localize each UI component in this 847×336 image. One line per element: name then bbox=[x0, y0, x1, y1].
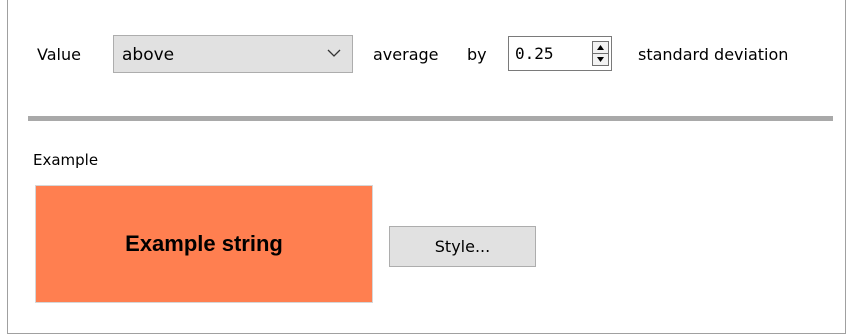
comparison-selected-value: above bbox=[122, 45, 175, 65]
style-button[interactable]: Style... bbox=[389, 226, 536, 267]
example-string-text: Example string bbox=[125, 231, 283, 256]
standard-deviation-label: standard deviation bbox=[638, 45, 789, 64]
triangle-up-icon[interactable] bbox=[593, 42, 608, 53]
comparison-dropdown[interactable]: above bbox=[113, 35, 353, 73]
triangle-down-icon[interactable] bbox=[593, 54, 608, 65]
spin-buttons bbox=[592, 41, 609, 66]
example-label: Example bbox=[33, 151, 99, 169]
deviation-input[interactable] bbox=[511, 40, 591, 66]
deviation-spinbox[interactable] bbox=[508, 36, 612, 71]
example-preview: Example string bbox=[35, 185, 373, 303]
by-label: by bbox=[467, 45, 487, 64]
chevron-down-icon bbox=[327, 49, 341, 57]
average-label: average bbox=[373, 45, 439, 64]
value-label: Value bbox=[37, 45, 81, 64]
separator-line bbox=[28, 116, 833, 121]
